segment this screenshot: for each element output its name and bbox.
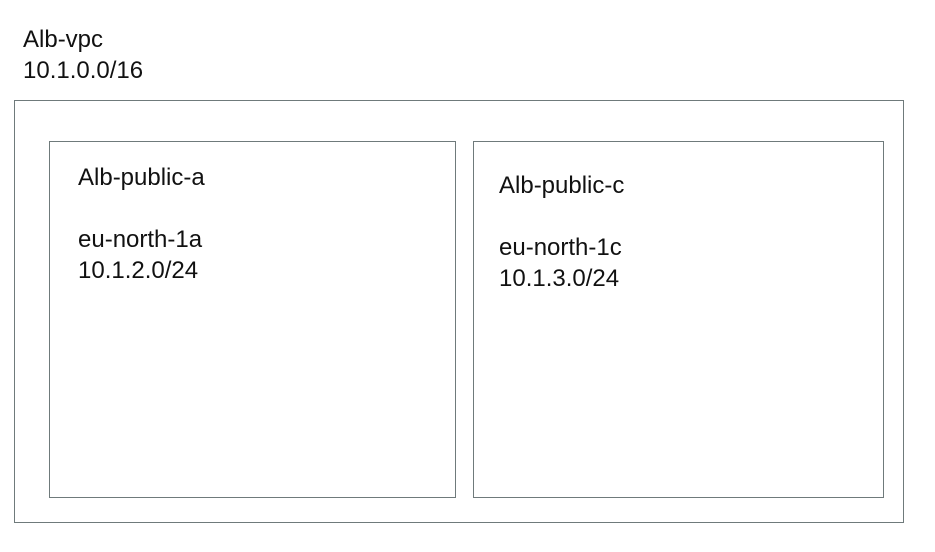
subnet-availability-zone: eu-north-1a <box>78 226 203 253</box>
subnet-text-public-c: Alb-public-c eu-north-1c 10.1.3.0/24 <box>499 170 624 294</box>
subnet-box-public-c: Alb-public-c eu-north-1c 10.1.3.0/24 <box>473 141 884 498</box>
vpc-name: Alb-vpc <box>23 26 104 53</box>
subnet-cidr: 10.1.2.0/24 <box>78 257 199 284</box>
subnet-text-public-a: Alb-public-a eu-north-1a 10.1.2.0/24 <box>78 162 205 286</box>
subnet-availability-zone: eu-north-1c <box>499 234 622 261</box>
vpc-cidr: 10.1.0.0/16 <box>23 57 144 84</box>
subnet-spacer <box>499 201 624 232</box>
vpc-label: Alb-vpc 10.1.0.0/16 <box>23 24 143 86</box>
subnet-box-public-a: Alb-public-a eu-north-1a 10.1.2.0/24 <box>49 141 456 498</box>
subnet-name: Alb-public-a <box>78 164 205 191</box>
subnet-spacer <box>78 193 205 224</box>
subnet-name: Alb-public-c <box>499 172 625 199</box>
subnet-cidr: 10.1.3.0/24 <box>499 265 620 292</box>
